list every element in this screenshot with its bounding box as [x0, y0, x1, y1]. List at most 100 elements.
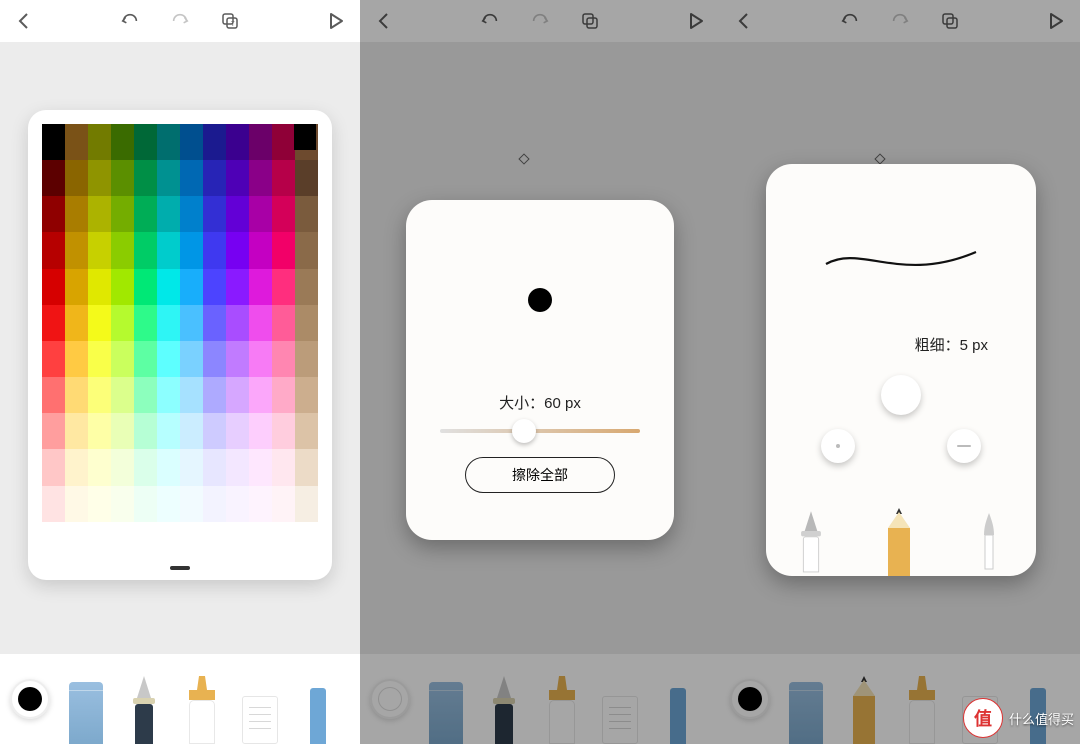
palette-swatch[interactable]: [157, 305, 180, 341]
paper-tool[interactable]: [598, 664, 642, 744]
palette-swatch[interactable]: [180, 413, 203, 449]
palette-swatch[interactable]: [134, 341, 157, 377]
palette-swatch[interactable]: [111, 486, 134, 522]
palette-swatch[interactable]: [226, 124, 249, 160]
undo-icon[interactable]: [480, 11, 500, 31]
palette-swatch[interactable]: [272, 486, 295, 522]
palette-swatch[interactable]: [203, 269, 226, 305]
palette-swatch[interactable]: [42, 486, 65, 522]
palette-swatch[interactable]: [111, 124, 134, 160]
undo-icon[interactable]: [840, 11, 860, 31]
palette-swatch[interactable]: [249, 269, 272, 305]
palette-swatch[interactable]: [180, 377, 203, 413]
palette-swatch[interactable]: [42, 232, 65, 268]
palette-swatch[interactable]: [134, 305, 157, 341]
palette-swatch[interactable]: [272, 160, 295, 196]
palette-swatch[interactable]: [88, 413, 111, 449]
pencil-icon[interactable]: [888, 504, 910, 576]
palette-swatch[interactable]: [226, 160, 249, 196]
palette-swatch[interactable]: [157, 341, 180, 377]
palette-swatch[interactable]: [272, 449, 295, 485]
redo-icon[interactable]: [170, 11, 190, 31]
extra-tool[interactable]: [656, 664, 700, 744]
palette-swatch[interactable]: [226, 269, 249, 305]
palette-swatch[interactable]: [203, 232, 226, 268]
palette-swatch[interactable]: [88, 522, 111, 558]
palette-swatch[interactable]: [111, 413, 134, 449]
palette-swatch[interactable]: [226, 413, 249, 449]
palette-swatch[interactable]: [111, 377, 134, 413]
palette-swatch[interactable]: [157, 486, 180, 522]
palette-swatch[interactable]: [88, 196, 111, 232]
palette-swatch[interactable]: [42, 449, 65, 485]
palette-swatch[interactable]: [65, 522, 88, 558]
palette-swatch[interactable]: [295, 269, 318, 305]
palette-swatch[interactable]: [203, 124, 226, 160]
palette-swatch[interactable]: [203, 341, 226, 377]
palette-swatch[interactable]: [65, 232, 88, 268]
palette-swatch[interactable]: [295, 232, 318, 268]
palette-swatch[interactable]: [180, 160, 203, 196]
back-icon[interactable]: [14, 11, 34, 31]
palette-swatch[interactable]: [203, 196, 226, 232]
palette-swatch[interactable]: [295, 305, 318, 341]
palette-swatch[interactable]: [226, 486, 249, 522]
palette-swatch[interactable]: [295, 160, 318, 196]
palette-swatch[interactable]: [65, 269, 88, 305]
eraser-tool[interactable]: [424, 664, 468, 744]
back-icon[interactable]: [734, 11, 754, 31]
palette-swatch[interactable]: [272, 377, 295, 413]
palette-swatch[interactable]: [249, 522, 272, 558]
palette-swatch[interactable]: [203, 522, 226, 558]
palette-swatch[interactable]: [65, 377, 88, 413]
palette-swatch[interactable]: [272, 124, 295, 160]
play-icon[interactable]: [326, 11, 346, 31]
play-icon[interactable]: [686, 11, 706, 31]
palette-swatch[interactable]: [65, 305, 88, 341]
palette-swatch[interactable]: [111, 160, 134, 196]
palette-swatch[interactable]: [65, 196, 88, 232]
palette-swatch[interactable]: [203, 305, 226, 341]
palette-swatch[interactable]: [88, 449, 111, 485]
palette-swatch[interactable]: [295, 449, 318, 485]
back-icon[interactable]: [374, 11, 394, 31]
palette-swatch[interactable]: [111, 269, 134, 305]
color-swatch-button[interactable]: [730, 679, 770, 719]
size-slider[interactable]: [440, 429, 640, 433]
redo-icon[interactable]: [530, 11, 550, 31]
marker-tool[interactable]: [180, 664, 224, 744]
palette-swatch[interactable]: [203, 160, 226, 196]
extra-tool[interactable]: [296, 664, 340, 744]
palette-swatch[interactable]: [88, 269, 111, 305]
palette-swatch[interactable]: [134, 269, 157, 305]
palette-swatch[interactable]: [226, 305, 249, 341]
palette-swatch[interactable]: [295, 522, 318, 558]
palette-swatch[interactable]: [180, 232, 203, 268]
palette-swatch[interactable]: [180, 486, 203, 522]
palette-swatch[interactable]: [88, 124, 111, 160]
redo-icon[interactable]: [890, 11, 910, 31]
palette-swatch[interactable]: [226, 232, 249, 268]
fountain-pen-tool[interactable]: [482, 664, 526, 744]
palette-swatch[interactable]: [157, 269, 180, 305]
palette-swatch[interactable]: [134, 124, 157, 160]
palette-swatch[interactable]: [42, 522, 65, 558]
palette-swatch[interactable]: [134, 413, 157, 449]
palette-swatch[interactable]: [295, 377, 318, 413]
palette-swatch[interactable]: [42, 377, 65, 413]
palette-swatch[interactable]: [111, 232, 134, 268]
palette-swatch[interactable]: [272, 341, 295, 377]
color-swatch-button[interactable]: [10, 679, 50, 719]
palette-swatch[interactable]: [65, 124, 88, 160]
palette-swatch[interactable]: [157, 160, 180, 196]
palette-swatch[interactable]: [157, 522, 180, 558]
palette-swatch[interactable]: [111, 449, 134, 485]
palette-swatch[interactable]: [134, 232, 157, 268]
palette-swatch[interactable]: [180, 196, 203, 232]
eraser-tool[interactable]: [784, 664, 828, 744]
palette-swatch[interactable]: [295, 341, 318, 377]
palette-swatch[interactable]: [157, 196, 180, 232]
palette-swatch[interactable]: [157, 449, 180, 485]
palette-swatch[interactable]: [65, 160, 88, 196]
palette-swatch[interactable]: [157, 124, 180, 160]
